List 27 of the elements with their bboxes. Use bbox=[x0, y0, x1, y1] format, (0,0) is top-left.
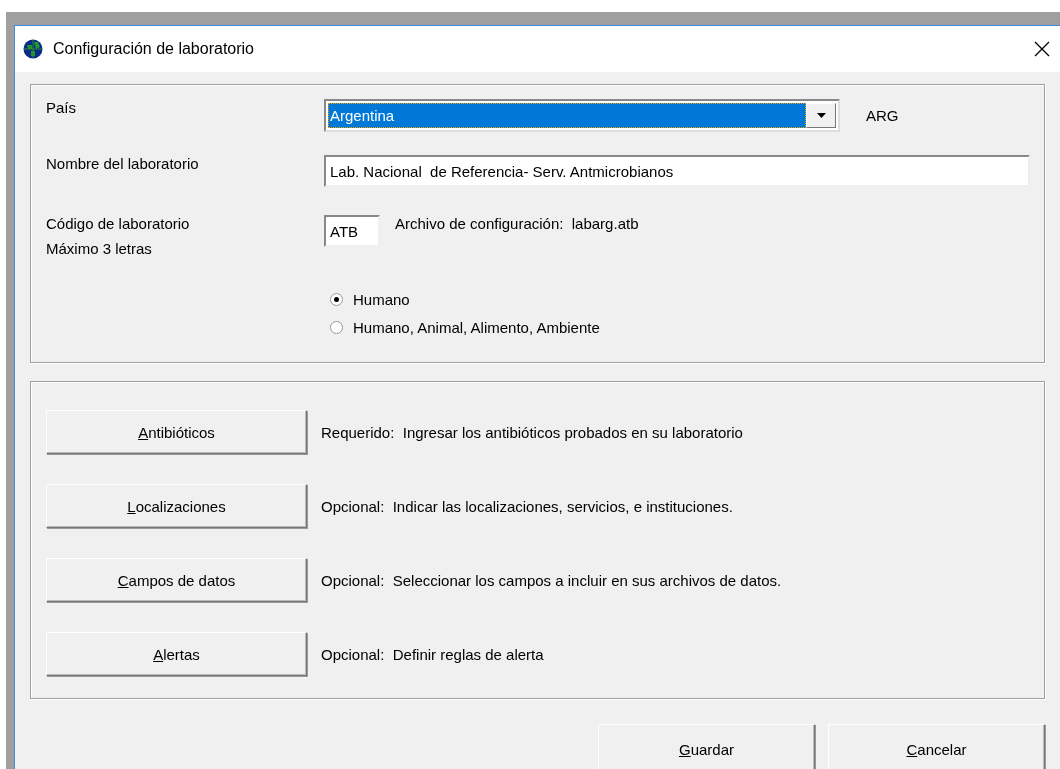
action-description: Requerido: Ingresar los antibióticos probados en su laboratorio bbox=[321, 423, 743, 441]
action-description: Opcional: Indicar las localizaciones, servicios, e instituciones. bbox=[321, 497, 733, 515]
radio-button[interactable] bbox=[330, 321, 343, 334]
radio-label[interactable]: Humano, Animal, Alimento, Ambiente bbox=[353, 319, 600, 336]
lab-code-field[interactable]: ATB bbox=[324, 215, 380, 247]
cancel-button[interactable]: Cancelar bbox=[828, 724, 1045, 769]
field-label: Nombre del laboratorio bbox=[46, 155, 200, 174]
dropdown-arrow-icon bbox=[816, 113, 826, 118]
radio-label[interactable]: Humano bbox=[353, 291, 410, 308]
save-button[interactable]: Guardar bbox=[598, 724, 815, 769]
country-code: ARG bbox=[866, 107, 899, 124]
radio-button[interactable] bbox=[330, 293, 343, 306]
action-description: Opcional: Seleccionar los campos a incluir en sus archivos de datos. bbox=[321, 571, 782, 589]
close-icon[interactable] bbox=[1034, 41, 1050, 57]
country-dropdown[interactable]: Argentina bbox=[324, 99, 840, 132]
action-button[interactable]: Alertas bbox=[46, 632, 307, 676]
config-file-text: Archivo de configuración: labarg.atb bbox=[395, 215, 639, 232]
action-button[interactable]: Campos de datos bbox=[46, 558, 307, 602]
window-title: Configuración de laboratorio bbox=[53, 40, 255, 58]
action-description: Opcional: Definir reglas de alerta bbox=[321, 645, 544, 663]
field-label: Código de laboratorio bbox=[46, 215, 190, 232]
lab-name-field[interactable]: Lab. Nacional de Referencia- Serv. Antmicrobianos bbox=[324, 155, 1030, 187]
action-button[interactable]: Antibióticos bbox=[46, 410, 307, 454]
field-hint: Máximo 3 letras bbox=[46, 240, 152, 257]
field-label: País bbox=[46, 99, 77, 118]
globe-icon bbox=[23, 39, 43, 59]
action-button[interactable]: Localizaciones bbox=[46, 484, 307, 528]
